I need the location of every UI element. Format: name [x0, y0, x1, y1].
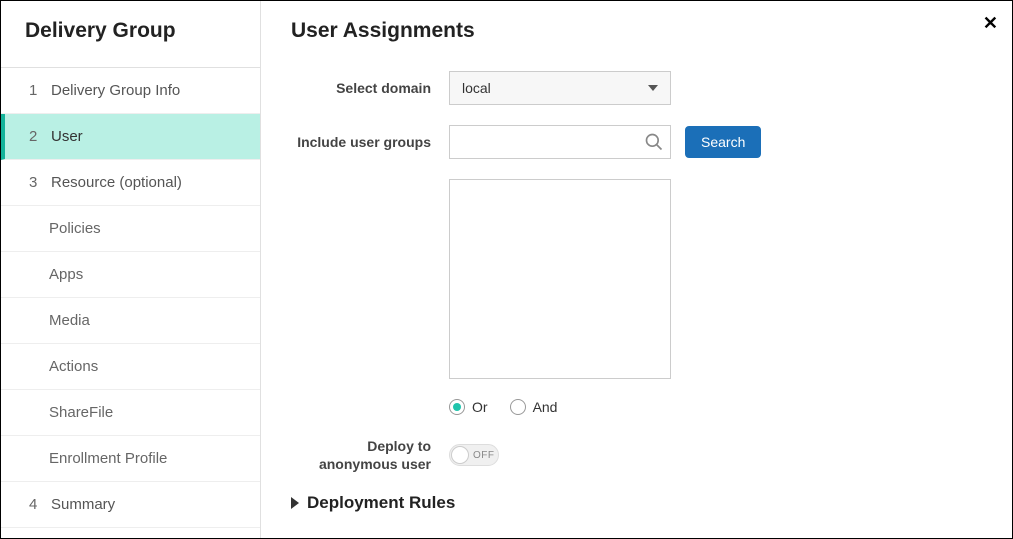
label-deploy-line1: Deploy to	[367, 438, 431, 454]
radio-and-label: And	[533, 399, 558, 415]
nav-label: User	[51, 128, 83, 145]
nav-num: 4	[29, 496, 43, 513]
radio-and[interactable]: And	[510, 399, 558, 415]
deployment-rules-header[interactable]: Deployment Rules	[291, 493, 982, 513]
row-deploy-anonymous: Deploy to anonymous user OFF	[291, 437, 982, 473]
nav-label: Resource (optional)	[51, 174, 182, 191]
close-button[interactable]: ✕	[983, 13, 998, 34]
row-groups-list	[291, 179, 982, 379]
toggle-state-label: OFF	[473, 450, 495, 461]
nav-media[interactable]: Media	[1, 298, 260, 344]
radio-and-circle	[510, 399, 526, 415]
nav-num: 2	[29, 128, 43, 145]
toggle-knob	[451, 446, 469, 464]
radio-or[interactable]: Or	[449, 399, 488, 415]
nav-actions[interactable]: Actions	[1, 344, 260, 390]
label-deploy-anonymous: Deploy to anonymous user	[291, 437, 449, 473]
nav-user[interactable]: 2 User	[1, 114, 260, 160]
label-deploy-line2: anonymous user	[319, 456, 431, 472]
sidebar: Delivery Group 1 Delivery Group Info 2 U…	[1, 1, 261, 538]
search-icon	[644, 132, 664, 152]
nav-resource[interactable]: 3 Resource (optional)	[1, 160, 260, 206]
nav-sharefile[interactable]: ShareFile	[1, 390, 260, 436]
caret-down-icon	[648, 85, 658, 91]
nav-delivery-group-info[interactable]: 1 Delivery Group Info	[1, 68, 260, 114]
nav-label: Summary	[51, 496, 115, 513]
nav-summary[interactable]: 4 Summary	[1, 482, 260, 528]
domain-select[interactable]: local	[449, 71, 671, 105]
user-groups-listbox[interactable]	[449, 179, 671, 379]
domain-select-value: local	[462, 80, 491, 96]
row-select-domain: Select domain local	[291, 71, 982, 105]
user-groups-search-input[interactable]	[460, 134, 644, 150]
radio-or-circle	[449, 399, 465, 415]
label-select-domain: Select domain	[291, 80, 449, 96]
sidebar-header: Delivery Group	[1, 1, 260, 68]
nav-enrollment-profile[interactable]: Enrollment Profile	[1, 436, 260, 482]
row-include-groups: Include user groups Search	[291, 125, 982, 159]
logic-radio-group: Or And	[449, 399, 982, 415]
nav-num: 3	[29, 174, 43, 191]
nav-num: 1	[29, 82, 43, 99]
main-content: ✕ User Assignments Select domain local I…	[261, 1, 1012, 538]
nav-apps[interactable]: Apps	[1, 252, 260, 298]
deploy-anonymous-toggle[interactable]: OFF	[449, 444, 499, 466]
expand-icon	[291, 497, 299, 509]
user-groups-search-wrapper	[449, 125, 671, 159]
sidebar-title: Delivery Group	[25, 19, 236, 43]
radio-or-label: Or	[472, 399, 488, 415]
label-include-groups: Include user groups	[291, 134, 449, 150]
nav-policies[interactable]: Policies	[1, 206, 260, 252]
deployment-rules-title: Deployment Rules	[307, 493, 455, 513]
search-button[interactable]: Search	[685, 126, 761, 158]
nav-label: Delivery Group Info	[51, 82, 180, 99]
page-title: User Assignments	[291, 19, 982, 43]
